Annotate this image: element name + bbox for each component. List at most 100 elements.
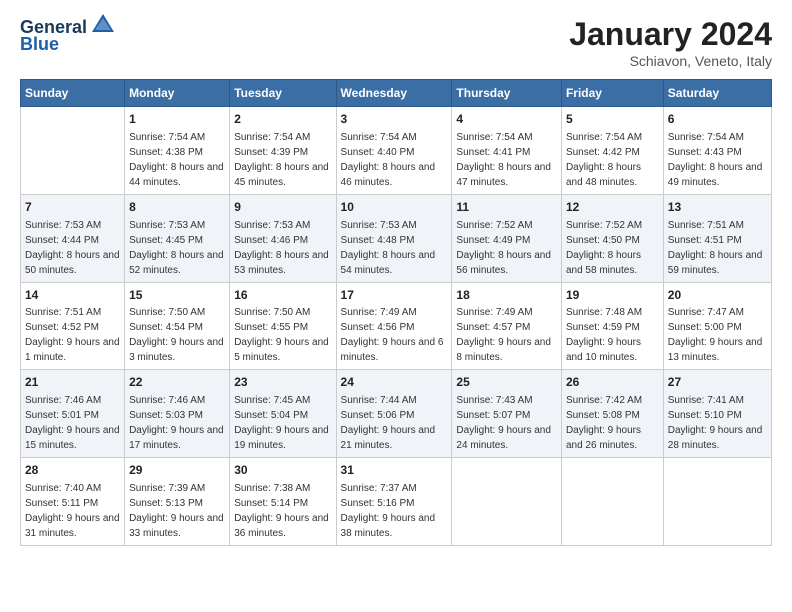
cell-w4-d1: 21 Sunrise: 7:46 AMSunset: 5:01 PMDayligh…: [21, 370, 125, 458]
cell-w3-d1: 14 Sunrise: 7:51 AMSunset: 4:52 PMDayligh…: [21, 282, 125, 370]
col-thursday: Thursday: [452, 80, 562, 107]
day-info: Sunrise: 7:49 AMSunset: 4:56 PMDaylight:…: [341, 307, 444, 363]
day-info: Sunrise: 7:47 AMSunset: 5:00 PMDaylight:…: [668, 307, 763, 363]
day-number: 22: [129, 374, 225, 391]
cell-w3-d4: 17 Sunrise: 7:49 AMSunset: 4:56 PMDayligh…: [336, 282, 452, 370]
day-info: Sunrise: 7:45 AMSunset: 5:04 PMDaylight:…: [234, 395, 329, 451]
day-info: Sunrise: 7:50 AMSunset: 4:55 PMDaylight:…: [234, 307, 329, 363]
day-info: Sunrise: 7:54 AMSunset: 4:38 PMDaylight:…: [129, 132, 224, 188]
day-info: Sunrise: 7:38 AMSunset: 5:14 PMDaylight:…: [234, 483, 329, 539]
cell-w2-d4: 10 Sunrise: 7:53 AMSunset: 4:48 PMDayligh…: [336, 194, 452, 282]
cell-w4-d6: 26 Sunrise: 7:42 AMSunset: 5:08 PMDayligh…: [561, 370, 663, 458]
cell-w5-d6: [561, 458, 663, 546]
day-number: 17: [341, 287, 448, 304]
logo: General Blue: [20, 16, 116, 55]
cell-w3-d2: 15Sunrise: 7:50 AMSunset: 4:54 PMDayligh…: [125, 282, 230, 370]
day-number: 7: [25, 199, 120, 216]
week-row-2: 7Sunrise: 7:53 AMSunset: 4:44 PMDaylight…: [21, 194, 772, 282]
day-number: 1: [129, 111, 225, 128]
day-number: 8: [129, 199, 225, 216]
cell-w4-d3: 23 Sunrise: 7:45 AMSunset: 5:04 PMDayligh…: [230, 370, 336, 458]
day-number: 13: [668, 199, 767, 216]
day-info: Sunrise: 7:44 AMSunset: 5:06 PMDaylight:…: [341, 395, 436, 451]
col-saturday: Saturday: [663, 80, 771, 107]
day-info: Sunrise: 7:46 AMSunset: 5:03 PMDaylight:…: [129, 395, 224, 451]
day-number: 10: [341, 199, 448, 216]
day-info: Sunrise: 7:53 AMSunset: 4:48 PMDaylight:…: [341, 220, 436, 276]
week-row-5: 28 Sunrise: 7:40 AMSunset: 5:11 PMDayligh…: [21, 458, 772, 546]
day-number: 5: [566, 111, 659, 128]
day-info: Sunrise: 7:54 AMSunset: 4:41 PMDaylight:…: [456, 132, 551, 188]
cell-w5-d1: 28 Sunrise: 7:40 AMSunset: 5:11 PMDayligh…: [21, 458, 125, 546]
day-info: Sunrise: 7:52 AMSunset: 4:49 PMDaylight:…: [456, 220, 551, 276]
header: General Blue January 2024 Schiavon, Vene…: [20, 16, 772, 69]
day-number: 30: [234, 462, 331, 479]
day-number: 18: [456, 287, 557, 304]
day-number: 28: [25, 462, 120, 479]
cell-w1-d6: 5Sunrise: 7:54 AMSunset: 4:42 PMDaylight…: [561, 107, 663, 195]
day-number: 3: [341, 111, 448, 128]
logo-icon: [90, 12, 116, 38]
cell-w1-d7: 6 Sunrise: 7:54 AMSunset: 4:43 PMDaylight…: [663, 107, 771, 195]
day-number: 31: [341, 462, 448, 479]
day-number: 25: [456, 374, 557, 391]
day-info: Sunrise: 7:52 AMSunset: 4:50 PMDaylight:…: [566, 220, 642, 276]
week-row-4: 21 Sunrise: 7:46 AMSunset: 5:01 PMDayligh…: [21, 370, 772, 458]
cell-w2-d3: 9Sunrise: 7:53 AMSunset: 4:46 PMDaylight…: [230, 194, 336, 282]
cell-w3-d6: 19 Sunrise: 7:48 AMSunset: 4:59 PMDayligh…: [561, 282, 663, 370]
day-number: 24: [341, 374, 448, 391]
day-number: 2: [234, 111, 331, 128]
col-wednesday: Wednesday: [336, 80, 452, 107]
page: General Blue January 2024 Schiavon, Vene…: [0, 0, 792, 612]
cell-w4-d2: 22 Sunrise: 7:46 AMSunset: 5:03 PMDayligh…: [125, 370, 230, 458]
day-number: 26: [566, 374, 659, 391]
cell-w1-d1: [21, 107, 125, 195]
day-info: Sunrise: 7:54 AMSunset: 4:43 PMDaylight:…: [668, 132, 763, 188]
day-info: Sunrise: 7:42 AMSunset: 5:08 PMDaylight:…: [566, 395, 642, 451]
day-number: 21: [25, 374, 120, 391]
day-number: 6: [668, 111, 767, 128]
day-number: 19: [566, 287, 659, 304]
day-number: 11: [456, 199, 557, 216]
cell-w5-d3: 30 Sunrise: 7:38 AMSunset: 5:14 PMDayligh…: [230, 458, 336, 546]
day-number: 15: [129, 287, 225, 304]
cell-w4-d5: 25 Sunrise: 7:43 AMSunset: 5:07 PMDayligh…: [452, 370, 562, 458]
cell-w2-d7: 13Sunrise: 7:51 AMSunset: 4:51 PMDayligh…: [663, 194, 771, 282]
calendar-table: Sunday Monday Tuesday Wednesday Thursday…: [20, 79, 772, 546]
day-info: Sunrise: 7:54 AMSunset: 4:39 PMDaylight:…: [234, 132, 329, 188]
day-info: Sunrise: 7:48 AMSunset: 4:59 PMDaylight:…: [566, 307, 642, 363]
cell-w4-d7: 27Sunrise: 7:41 AMSunset: 5:10 PMDayligh…: [663, 370, 771, 458]
cell-w1-d3: 2 Sunrise: 7:54 AMSunset: 4:39 PMDaylight…: [230, 107, 336, 195]
day-info: Sunrise: 7:41 AMSunset: 5:10 PMDaylight:…: [668, 395, 763, 451]
cell-w4-d4: 24 Sunrise: 7:44 AMSunset: 5:06 PMDayligh…: [336, 370, 452, 458]
day-number: 23: [234, 374, 331, 391]
day-info: Sunrise: 7:46 AMSunset: 5:01 PMDaylight:…: [25, 395, 120, 451]
cell-w2-d1: 7Sunrise: 7:53 AMSunset: 4:44 PMDaylight…: [21, 194, 125, 282]
cell-w5-d4: 31Sunrise: 7:37 AMSunset: 5:16 PMDayligh…: [336, 458, 452, 546]
main-title: January 2024: [569, 16, 772, 53]
day-number: 29: [129, 462, 225, 479]
cell-w2-d5: 11 Sunrise: 7:52 AMSunset: 4:49 PMDayligh…: [452, 194, 562, 282]
logo-blue-text: Blue: [20, 34, 59, 55]
day-info: Sunrise: 7:39 AMSunset: 5:13 PMDaylight:…: [129, 483, 224, 539]
sub-title: Schiavon, Veneto, Italy: [569, 53, 772, 69]
day-number: 12: [566, 199, 659, 216]
day-info: Sunrise: 7:49 AMSunset: 4:57 PMDaylight:…: [456, 307, 551, 363]
day-number: 16: [234, 287, 331, 304]
cell-w3-d3: 16 Sunrise: 7:50 AMSunset: 4:55 PMDayligh…: [230, 282, 336, 370]
day-info: Sunrise: 7:43 AMSunset: 5:07 PMDaylight:…: [456, 395, 551, 451]
week-row-3: 14 Sunrise: 7:51 AMSunset: 4:52 PMDayligh…: [21, 282, 772, 370]
cell-w1-d5: 4Sunrise: 7:54 AMSunset: 4:41 PMDaylight…: [452, 107, 562, 195]
col-friday: Friday: [561, 80, 663, 107]
cell-w2-d6: 12 Sunrise: 7:52 AMSunset: 4:50 PMDayligh…: [561, 194, 663, 282]
day-info: Sunrise: 7:54 AMSunset: 4:40 PMDaylight:…: [341, 132, 436, 188]
day-info: Sunrise: 7:51 AMSunset: 4:52 PMDaylight:…: [25, 307, 120, 363]
day-info: Sunrise: 7:40 AMSunset: 5:11 PMDaylight:…: [25, 483, 120, 539]
cell-w5-d5: [452, 458, 562, 546]
col-sunday: Sunday: [21, 80, 125, 107]
week-row-1: 1 Sunrise: 7:54 AMSunset: 4:38 PMDaylight…: [21, 107, 772, 195]
day-info: Sunrise: 7:53 AMSunset: 4:46 PMDaylight:…: [234, 220, 329, 276]
col-monday: Monday: [125, 80, 230, 107]
day-number: 14: [25, 287, 120, 304]
cell-w5-d2: 29 Sunrise: 7:39 AMSunset: 5:13 PMDayligh…: [125, 458, 230, 546]
